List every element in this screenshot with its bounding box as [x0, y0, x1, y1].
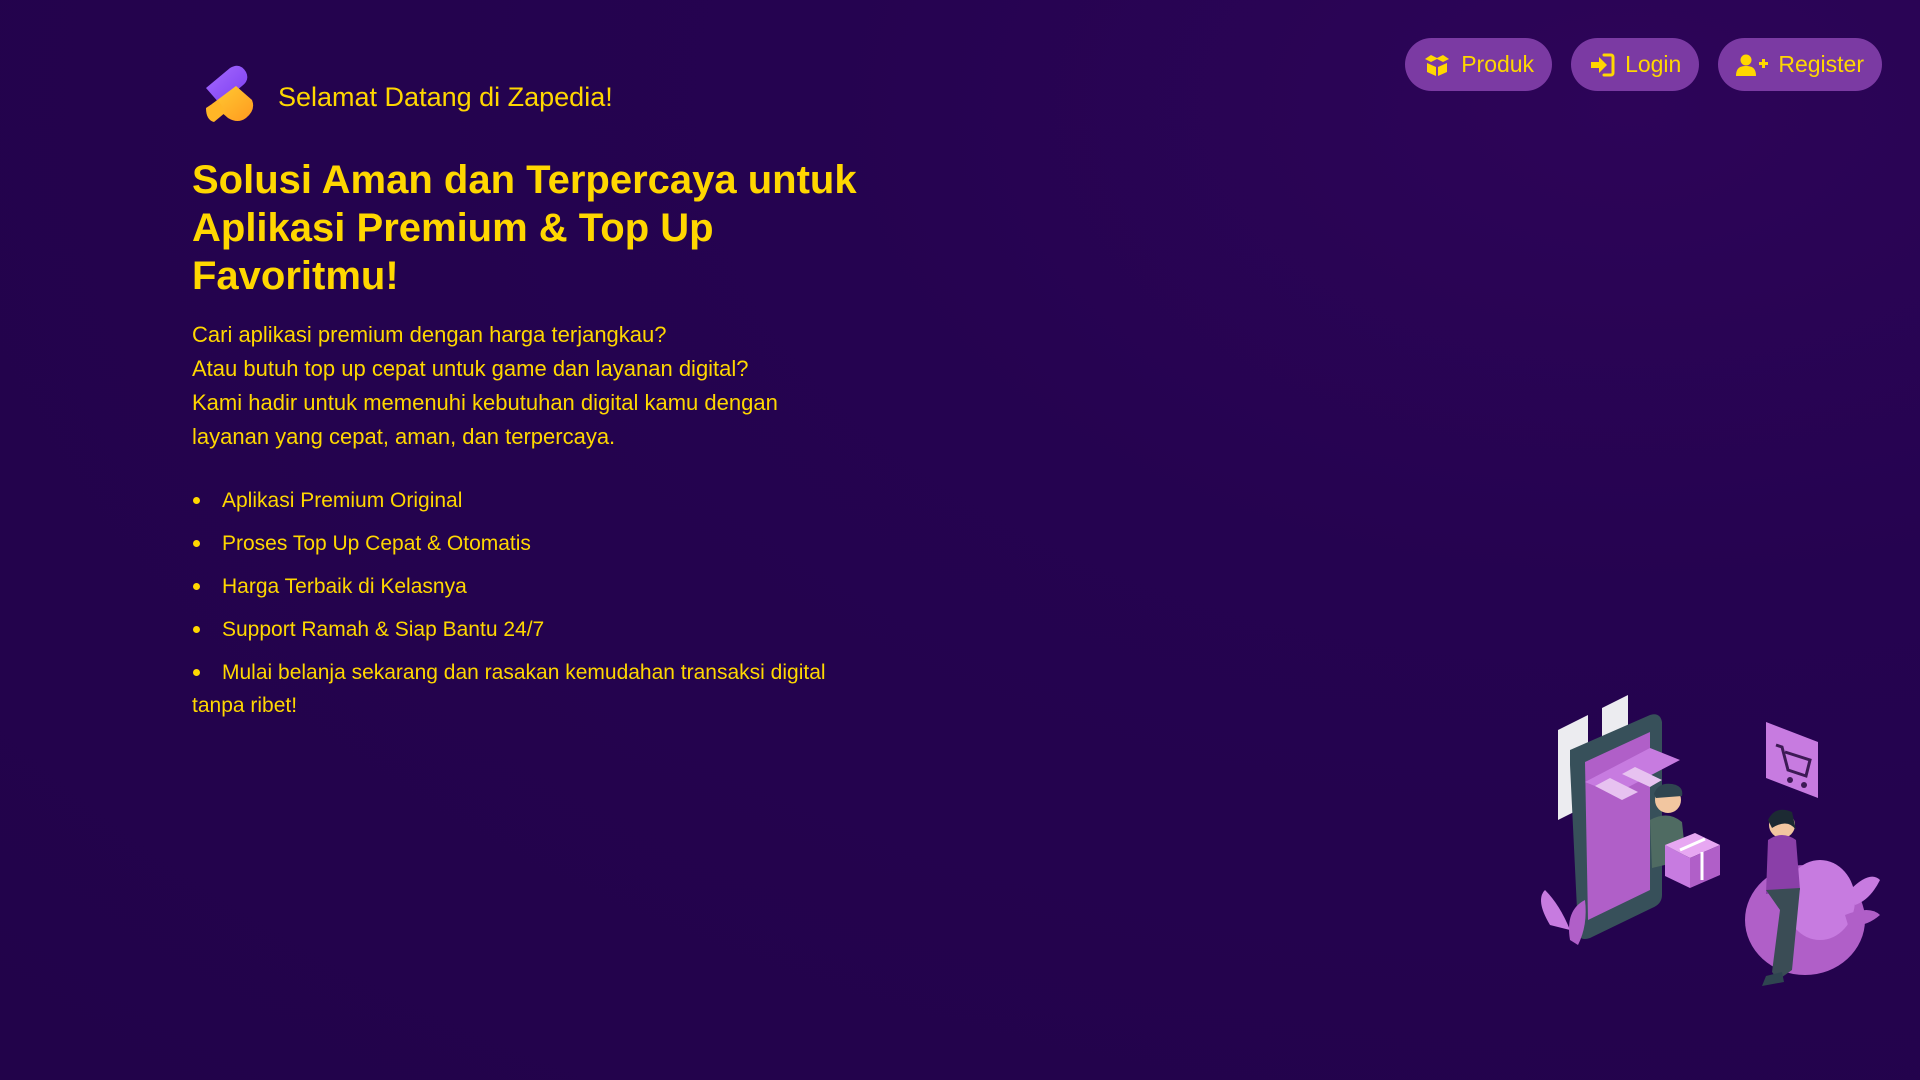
box-open-icon — [1423, 53, 1451, 77]
produk-label: Produk — [1461, 51, 1535, 77]
description-line: Cari aplikasi premium dengan harga terja… — [192, 322, 667, 347]
user-plus-icon — [1736, 53, 1769, 77]
sign-in-icon — [1589, 53, 1615, 77]
hero-heading: Solusi Aman dan Terpercaya untuk Aplikas… — [192, 158, 857, 298]
produk-button[interactable]: Produk — [1405, 38, 1553, 91]
feature-item: Harga Terbaik di Kelasnya — [192, 570, 872, 603]
zapedia-logo[interactable] — [198, 64, 260, 131]
register-button[interactable]: Register — [1718, 38, 1882, 91]
register-label: Register — [1778, 51, 1864, 77]
feature-item: Support Ramah & Siap Bantu 24/7 — [192, 613, 872, 646]
feature-item: Aplikasi Premium Original — [192, 484, 872, 517]
feature-item: Mulai belanja sekarang dan rasakan kemud… — [192, 656, 872, 722]
feature-item: Proses Top Up Cepat & Otomatis — [192, 527, 872, 560]
brand-title: Selamat Datang di Zapedia! — [278, 82, 613, 112]
shopping-illustration — [1530, 690, 1886, 1010]
login-button[interactable]: Login — [1571, 38, 1700, 91]
top-nav: Produk Login Register — [1405, 38, 1882, 91]
description-line: Atau butuh top up cepat untuk game dan l… — [192, 356, 749, 381]
hero-section: Solusi Aman dan Terpercaya untuk Aplikas… — [192, 156, 872, 732]
description-line: layanan yang cepat, aman, dan terpercaya… — [192, 424, 616, 449]
feature-list: Aplikasi Premium Original Proses Top Up … — [192, 484, 872, 722]
brand-header: Selamat Datang di Zapedia! — [198, 64, 613, 131]
login-label: Login — [1625, 51, 1682, 77]
description-line: Kami hadir untuk memenuhi kebutuhan digi… — [192, 390, 778, 415]
hero-description: Cari aplikasi premium dengan harga terja… — [192, 318, 872, 454]
